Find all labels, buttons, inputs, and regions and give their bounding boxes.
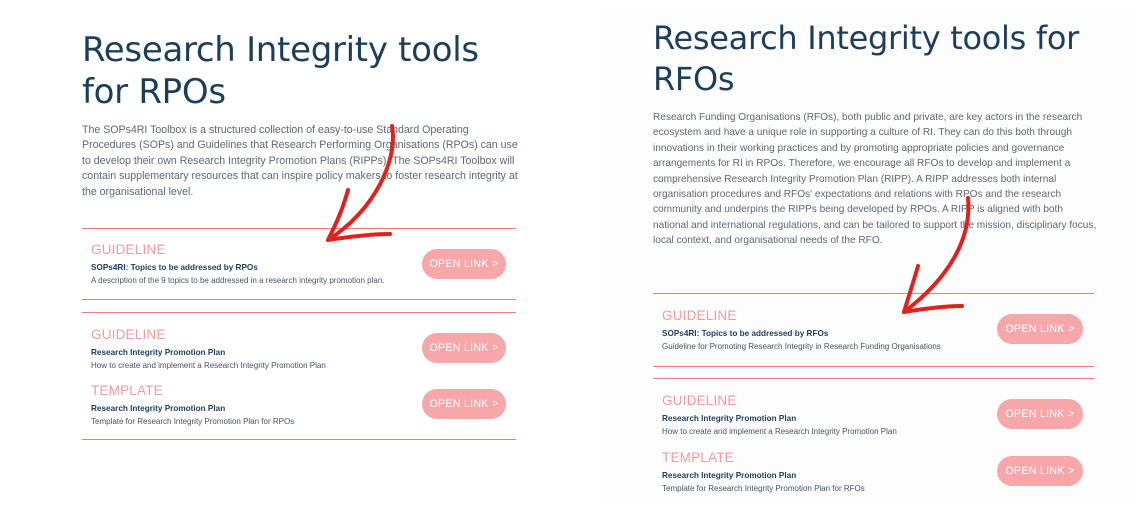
rfo-tools-panel: Research Integrity tools for RFOs Resear… — [600, 14, 1136, 503]
page-title: Research Integrity tools for RPOs — [82, 30, 479, 112]
tool-section: GUIDELINE Research Integrity Promotion P… — [653, 378, 1094, 509]
entry-description: Template for Research Integrity Promotio… — [662, 484, 865, 493]
entry-description: A description of the 9 topics to be addr… — [91, 276, 385, 285]
intro-paragraph: The SOPs4RI Toolbox is a structured coll… — [82, 124, 518, 198]
entry-type-label: TEMPLATE — [91, 383, 163, 398]
entry-title: Research Integrity Promotion Plan — [91, 404, 226, 413]
entry-description: How to create and implement a Research I… — [91, 361, 326, 370]
entry-title: SOPs4RI: Topics to be addressed by RFOs — [662, 329, 829, 338]
entry-title: SOPs4RI: Topics to be addressed by RPOs — [91, 263, 258, 272]
intro-paragraph: Research Funding Organisations (RFOs), b… — [653, 112, 1097, 247]
open-link-button[interactable]: OPEN LINK > — [997, 399, 1083, 429]
entry-title: Research Integrity Promotion Plan — [91, 348, 226, 357]
entry-type-label: GUIDELINE — [662, 393, 737, 408]
open-link-button[interactable]: OPEN LINK > — [422, 389, 506, 419]
entry-description: Guideline for Promoting Research Integri… — [662, 342, 941, 351]
open-link-button[interactable]: OPEN LINK > — [997, 456, 1083, 486]
rpo-tools-panel: Research Integrity tools for RPOs The SO… — [0, 0, 560, 503]
entry-description: Template for Research Integrity Promotio… — [91, 417, 295, 426]
entry-type-label: GUIDELINE — [662, 308, 737, 323]
hand-drawn-arrow-icon — [326, 124, 395, 242]
tool-section: GUIDELINE SOPs4RI: Topics to be addresse… — [82, 228, 516, 300]
open-link-button[interactable]: OPEN LINK > — [422, 249, 506, 279]
entry-description: How to create and implement a Research I… — [662, 427, 897, 436]
tool-section: GUIDELINE SOPs4RI: Topics to be addresse… — [653, 293, 1094, 367]
open-link-button[interactable]: OPEN LINK > — [997, 314, 1083, 344]
open-link-button[interactable]: OPEN LINK > — [422, 333, 506, 363]
tool-section: GUIDELINE Research Integrity Promotion P… — [82, 312, 516, 440]
entry-type-label: GUIDELINE — [91, 242, 166, 257]
entry-title: Research Integrity Promotion Plan — [662, 471, 797, 480]
entry-type-label: TEMPLATE — [662, 450, 734, 465]
page-title: Research Integrity tools for RFOs — [653, 19, 1079, 98]
entry-title: Research Integrity Promotion Plan — [662, 414, 797, 423]
entry-type-label: GUIDELINE — [91, 327, 166, 342]
hand-drawn-arrow-icon — [902, 196, 971, 314]
